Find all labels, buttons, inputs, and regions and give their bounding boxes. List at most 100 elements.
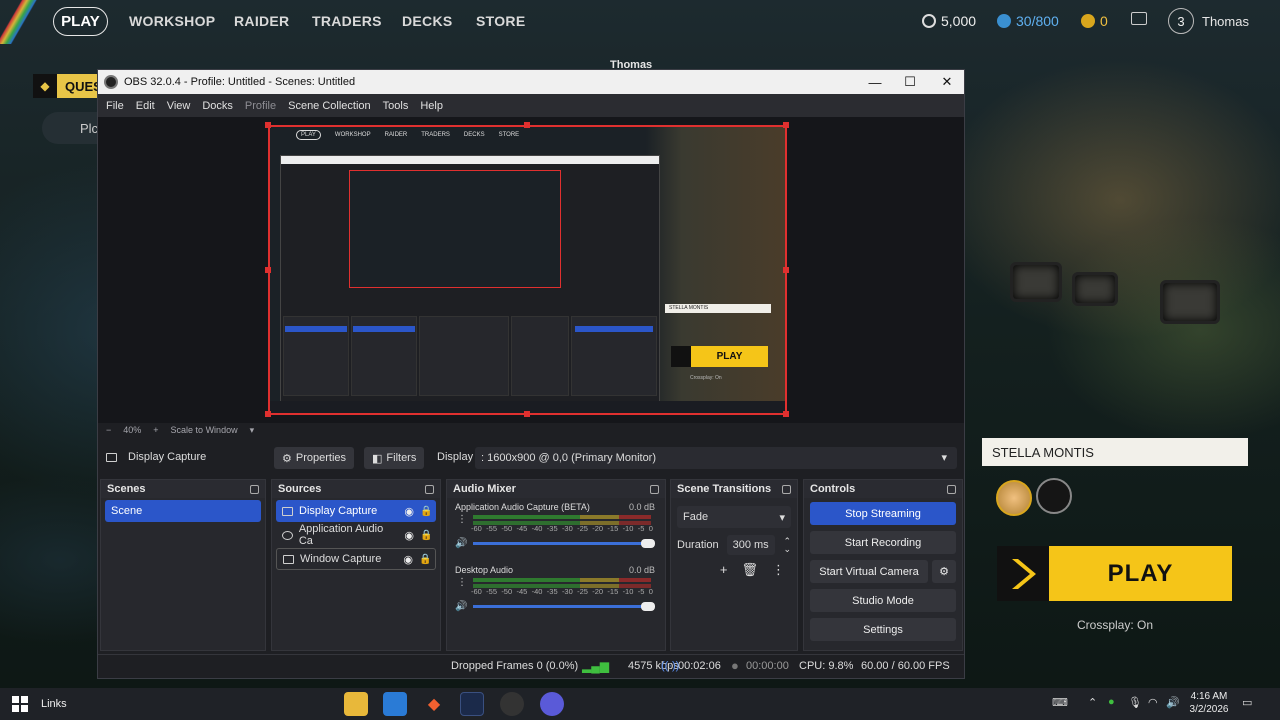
menu-scene-collection[interactable]: Scene Collection (288, 100, 371, 112)
brave-browser-icon[interactable]: ◆ (422, 692, 446, 716)
wifi-icon[interactable]: ◠ (1148, 696, 1158, 709)
resize-handle[interactable] (524, 122, 530, 128)
menu-help[interactable]: Help (420, 100, 443, 112)
source-item[interactable]: Application Audio Ca ◉ 🔒 (276, 523, 436, 547)
resize-handle[interactable] (265, 411, 271, 417)
menu-file[interactable]: File (106, 100, 124, 112)
obs-app-icon[interactable] (500, 692, 524, 716)
add-transition-icon[interactable]: + (720, 562, 728, 578)
party-skull-icon (1036, 478, 1072, 514)
zoom-in-button[interactable]: + (153, 425, 158, 435)
duration-input[interactable]: 300 ms (726, 535, 776, 555)
dock-popout-icon[interactable] (947, 484, 956, 494)
resize-handle[interactable] (783, 267, 789, 273)
nav-link-traders[interactable]: TRADERS (312, 13, 382, 29)
nav-link-raider[interactable]: RAIDER (234, 13, 289, 29)
source-item[interactable]: Display Capture ◉ 🔒 (276, 500, 436, 522)
volume-icon[interactable]: 🔊 (1166, 696, 1180, 709)
menu-view[interactable]: View (167, 100, 191, 112)
scene-item[interactable]: Scene (105, 500, 261, 522)
resize-handle[interactable] (524, 411, 530, 417)
dock-popout-icon[interactable] (650, 484, 659, 494)
quest-item[interactable]: Plc (42, 112, 102, 144)
menu-docks[interactable]: Docks (202, 100, 233, 112)
zoom-out-button[interactable]: − (106, 425, 111, 435)
menu-edit[interactable]: Edit (136, 100, 155, 112)
dock-popout-icon[interactable] (425, 484, 434, 494)
settings-button[interactable]: Settings (810, 618, 956, 641)
sources-title: Sources (278, 483, 322, 495)
obs-preview-area[interactable]: PLAY WORKSHOP RAIDER TRADERS DECKS STORE… (98, 117, 964, 423)
game-app-icon[interactable] (460, 692, 484, 716)
preview-inner-selection (575, 326, 653, 332)
links-toolbar[interactable]: Links (41, 698, 67, 710)
volume-slider-knob[interactable] (641, 539, 655, 548)
file-explorer-icon[interactable] (344, 692, 368, 716)
notification-icon[interactable]: ▭ (1242, 696, 1252, 709)
speaker-icon[interactable]: 🔊 (455, 601, 467, 612)
preview-display-capture[interactable]: PLAY WORKSHOP RAIDER TRADERS DECKS STORE… (268, 125, 787, 415)
duration-stepper-icon[interactable]: ⌃ ⌄ (783, 537, 791, 554)
tray-status-icon[interactable]: ● (1108, 696, 1115, 708)
resize-handle[interactable] (265, 267, 271, 273)
start-recording-button[interactable]: Start Recording (810, 531, 956, 554)
discord-icon[interactable] (540, 692, 564, 716)
nav-link-decks[interactable]: DECKS (402, 13, 453, 29)
display-capture-icon (106, 453, 117, 462)
scale-tick: -5 (637, 524, 645, 533)
nav-link-workshop[interactable]: WORKSHOP (129, 13, 215, 29)
filters-button[interactable]: ◧ Filters (364, 447, 425, 469)
menu-profile[interactable]: Profile (245, 100, 276, 112)
scale-tick: -40 (531, 524, 543, 533)
remove-transition-icon[interactable]: 🗑 (741, 562, 758, 578)
microphone-icon[interactable]: 🎙 (1128, 696, 1142, 709)
volume-slider[interactable] (473, 602, 655, 611)
lock-icon[interactable]: 🔒 (419, 554, 431, 565)
resize-handle[interactable] (265, 122, 271, 128)
eye-icon[interactable]: ◉ (403, 553, 413, 566)
lock-icon[interactable]: 🔒 (420, 506, 432, 517)
close-icon[interactable]: ✕ (928, 70, 966, 94)
username[interactable]: Thomas (1202, 14, 1249, 29)
game-play-button[interactable]: PLAY (997, 546, 1232, 601)
user-level-badge[interactable]: 3 (1168, 8, 1194, 34)
resize-handle[interactable] (783, 411, 789, 417)
minimize-icon[interactable]: — (856, 70, 894, 94)
keyboard-icon[interactable]: ⌨ (1052, 696, 1068, 709)
menu-tools[interactable]: Tools (383, 100, 409, 112)
properties-button[interactable]: ⚙ Properties (274, 447, 355, 469)
obs-title-bar[interactable]: OBS 32.0.4 - Profile: Untitled - Scenes:… (98, 70, 964, 94)
store-icon[interactable] (383, 692, 407, 716)
chevron-down-icon[interactable]: ▾ (250, 425, 255, 436)
eye-icon[interactable]: ◉ (404, 529, 414, 542)
start-virtual-camera-button[interactable]: Start Virtual Camera (810, 560, 928, 583)
maximize-icon[interactable]: ☐ (891, 70, 929, 94)
lock-icon[interactable]: 🔒 (420, 530, 432, 541)
zoom-mode[interactable]: Scale to Window (171, 425, 238, 435)
nav-link-store[interactable]: STORE (476, 13, 525, 29)
display-select[interactable]: : 1600x900 @ 0,0 (Primary Monitor) ▾ (475, 447, 957, 469)
volume-slider-knob[interactable] (641, 602, 655, 611)
eye-icon[interactable]: ◉ (404, 505, 414, 518)
resize-handle[interactable] (783, 122, 789, 128)
dock-popout-icon[interactable] (782, 484, 791, 494)
volume-slider[interactable] (473, 539, 655, 548)
source-item[interactable]: Window Capture ◉ 🔒 (276, 548, 436, 570)
mail-icon[interactable] (1131, 12, 1147, 25)
scale-tick: -45 (516, 587, 528, 596)
transition-select[interactable]: Fade ▾ (677, 506, 791, 528)
nav-play-button[interactable]: PLAY (53, 7, 108, 36)
taskbar-clock[interactable]: 4:16 AM 3/2/2026 (1184, 690, 1234, 716)
tray-overflow-icon[interactable]: ⌃ (1088, 696, 1097, 709)
transition-menu-icon[interactable]: ⋮ (772, 562, 785, 578)
zoom-level: 40% (123, 425, 142, 435)
windows-start-icon[interactable] (8, 692, 32, 716)
channel-menu-icon[interactable]: ⋮ (457, 514, 467, 525)
virtual-camera-settings-icon[interactable]: ⚙ (932, 560, 956, 583)
channel-menu-icon[interactable]: ⋮ (457, 577, 467, 588)
studio-mode-button[interactable]: Studio Mode (810, 589, 956, 612)
speaker-icon[interactable]: 🔊 (455, 538, 467, 549)
stop-streaming-button[interactable]: Stop Streaming (810, 502, 956, 525)
dock-popout-icon[interactable] (250, 484, 259, 494)
transition-select-value: Fade (683, 511, 709, 523)
